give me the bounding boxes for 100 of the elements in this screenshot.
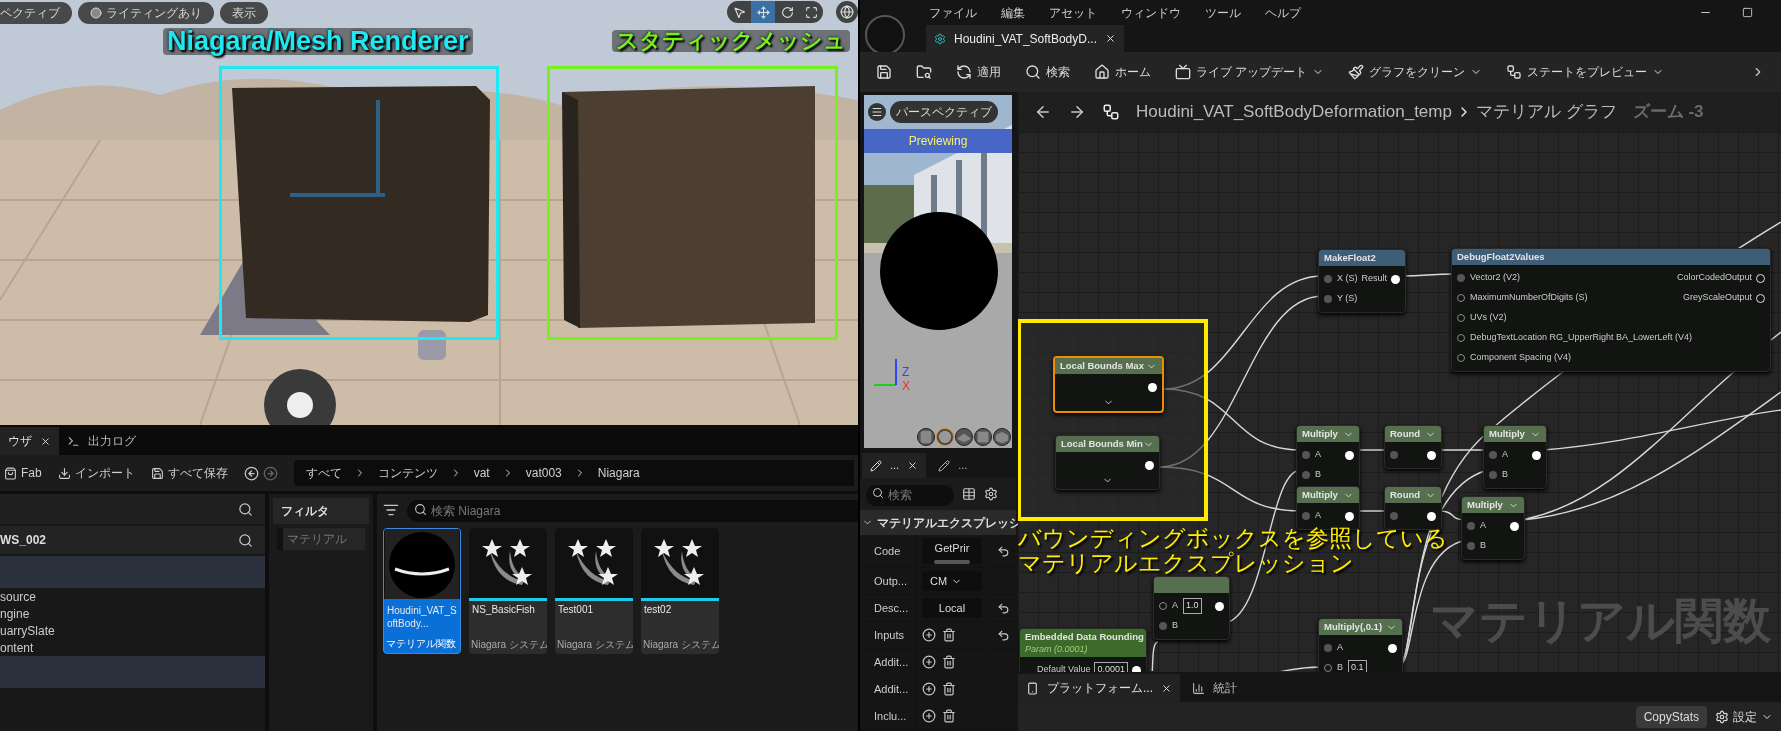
close-icon[interactable] xyxy=(1104,33,1116,44)
search-field[interactable]: 検索 Niagara xyxy=(407,500,858,522)
toolbar-button[interactable]: ライブ アップデート xyxy=(1175,63,1325,81)
menu-item[interactable]: ファイル xyxy=(929,3,977,22)
filter-icon[interactable] xyxy=(383,502,399,518)
breadcrumb-item[interactable]: vat003 xyxy=(525,464,562,482)
pin[interactable] xyxy=(1345,511,1354,521)
reset-icon[interactable] xyxy=(996,544,1010,558)
settings-icon[interactable] xyxy=(984,487,998,501)
settings-button[interactable]: 設定 xyxy=(1715,707,1773,726)
forward-icon[interactable] xyxy=(1068,103,1086,121)
close-icon[interactable] xyxy=(907,460,919,471)
add-icon[interactable] xyxy=(922,709,936,723)
tool-button[interactable] xyxy=(751,1,775,23)
pin[interactable] xyxy=(1391,274,1401,284)
engine-logo[interactable] xyxy=(865,15,905,55)
folder-row[interactable]: ontent xyxy=(0,639,265,656)
graph-node[interactable]: Multiply A B xyxy=(1296,425,1360,489)
panel-tab[interactable]: 出力ログ xyxy=(59,427,144,455)
delete-icon[interactable] xyxy=(942,709,956,723)
panel-tab[interactable]: 統計 xyxy=(1184,674,1245,702)
graph-node[interactable]: Multiply A B xyxy=(1461,496,1525,560)
breadcrumb-item[interactable]: Niagara xyxy=(597,464,640,482)
add-icon[interactable] xyxy=(922,682,936,696)
breadcrumb-item[interactable]: マテリアル グラフ xyxy=(1475,99,1617,125)
menu-item[interactable]: ウィンドウ xyxy=(1121,3,1181,22)
pin[interactable] xyxy=(1388,643,1397,653)
graph-node[interactable]: Multiply A B xyxy=(1483,425,1547,489)
add-icon[interactable] xyxy=(922,655,936,669)
toolbar-button[interactable]: 検索 xyxy=(1025,63,1070,81)
close-icon[interactable] xyxy=(40,435,51,447)
pin[interactable] xyxy=(1145,460,1154,470)
pin[interactable] xyxy=(1148,382,1157,392)
delete-icon[interactable] xyxy=(942,628,956,642)
close-icon[interactable] xyxy=(1161,682,1172,694)
asset-tile[interactable]: Houdini_VAT_SoftBody... マテリアル関数 xyxy=(383,528,461,654)
dropdown[interactable]: CM xyxy=(922,571,982,591)
search-icon[interactable] xyxy=(238,501,253,517)
menu-item[interactable]: 編集 xyxy=(1001,3,1025,22)
graph-node[interactable]: Multiply(,0.1) A B 0.1 xyxy=(1318,618,1403,672)
view-mode-button[interactable]: パースペクティブ xyxy=(890,101,998,123)
graph-node[interactable]: MakeFloat2 X (S) Result Y (S) xyxy=(1318,249,1406,313)
viewport-toolbar-button[interactable]: ペクティブ xyxy=(0,2,72,24)
breadcrumb-item[interactable]: vat xyxy=(473,464,490,482)
breadcrumb-item[interactable]: すべて xyxy=(305,464,342,482)
maximize-icon[interactable] xyxy=(1742,7,1753,18)
menu-item[interactable]: ツール xyxy=(1205,3,1241,22)
toolbar-button[interactable]: グラフをクリーン xyxy=(1348,63,1483,81)
panel-tab[interactable]: プラットフォーム... xyxy=(1018,674,1180,702)
panel-tab[interactable]: ... xyxy=(930,453,976,478)
menu-item[interactable]: ヘルプ xyxy=(1265,3,1301,22)
add-icon[interactable] xyxy=(922,628,936,642)
toolbar-button[interactable] xyxy=(876,64,892,80)
asset-tile[interactable]: test02 Niagara システム xyxy=(641,528,719,654)
delete-icon[interactable] xyxy=(942,682,956,696)
document-tab[interactable]: Houdini_VAT_SoftBodyD... xyxy=(926,25,1124,52)
folder-row[interactable]: source xyxy=(0,588,265,605)
graph-node[interactable]: Local Bounds Min xyxy=(1055,435,1160,490)
panel-tab[interactable]: ウザ xyxy=(0,427,59,455)
breadcrumb-item[interactable]: Houdini_VAT_SoftBodyDeformation_temp xyxy=(1136,99,1452,125)
viewport-toolbar-button[interactable]: 表示 xyxy=(220,2,268,24)
reset-icon[interactable] xyxy=(996,628,1010,642)
toolbar-button[interactable]: すべて保存 xyxy=(150,464,228,482)
back-icon[interactable] xyxy=(243,465,259,481)
delete-icon[interactable] xyxy=(942,655,956,669)
table-icon[interactable] xyxy=(962,487,976,501)
folder-row[interactable]: uarrySlate xyxy=(0,622,265,639)
panel-tab[interactable]: ... xyxy=(862,453,927,478)
graph-node[interactable]: Embedded Data Rounding Param (0.0001) Default Value 0.0001 xyxy=(1019,628,1147,672)
toolbar-button[interactable] xyxy=(916,64,932,80)
asset-tile[interactable]: Test001 Niagara システム xyxy=(555,528,633,654)
toolbar-button[interactable]: ステートをプレビュー xyxy=(1506,63,1665,81)
reset-icon[interactable] xyxy=(996,601,1010,615)
toolbar-button[interactable]: Fab xyxy=(4,464,42,482)
pin[interactable] xyxy=(1510,521,1519,531)
pin[interactable] xyxy=(1345,450,1354,460)
search-field[interactable]: 検索 xyxy=(866,484,954,506)
toolbar-button[interactable]: インポート xyxy=(57,464,135,482)
search-icon[interactable] xyxy=(238,532,253,548)
back-icon[interactable] xyxy=(1034,103,1052,121)
asset-tile[interactable]: NS_BasicFish Niagara システム xyxy=(469,528,547,654)
breadcrumb-item[interactable]: コンテンツ xyxy=(377,464,438,482)
pin[interactable] xyxy=(1427,511,1436,521)
pin[interactable] xyxy=(1215,601,1224,611)
viewport-toolbar-button[interactable]: ライティングあり xyxy=(78,2,214,24)
text-field[interactable]: GetPrir xyxy=(922,538,982,564)
menu-item[interactable]: アセット xyxy=(1049,3,1097,22)
toolbar-button[interactable]: 適用 xyxy=(956,63,1001,81)
folder-row[interactable]: ngine xyxy=(0,605,265,622)
value-field[interactable]: 1.0 xyxy=(1183,598,1202,614)
graph-node[interactable]: Round xyxy=(1384,486,1442,530)
graph-canvas[interactable] xyxy=(1018,92,1781,672)
pin[interactable] xyxy=(1532,450,1541,460)
copy-stats-button[interactable]: CopyStats xyxy=(1635,705,1707,728)
pin[interactable] xyxy=(1427,450,1436,460)
graph-node[interactable]: A 1.0 B xyxy=(1153,576,1230,640)
graph-node[interactable]: Round xyxy=(1384,425,1442,469)
toolbar-button[interactable]: ホーム xyxy=(1094,63,1151,81)
text-field[interactable]: Local xyxy=(922,598,982,618)
graph-node[interactable]: Local Bounds Max xyxy=(1053,356,1164,413)
